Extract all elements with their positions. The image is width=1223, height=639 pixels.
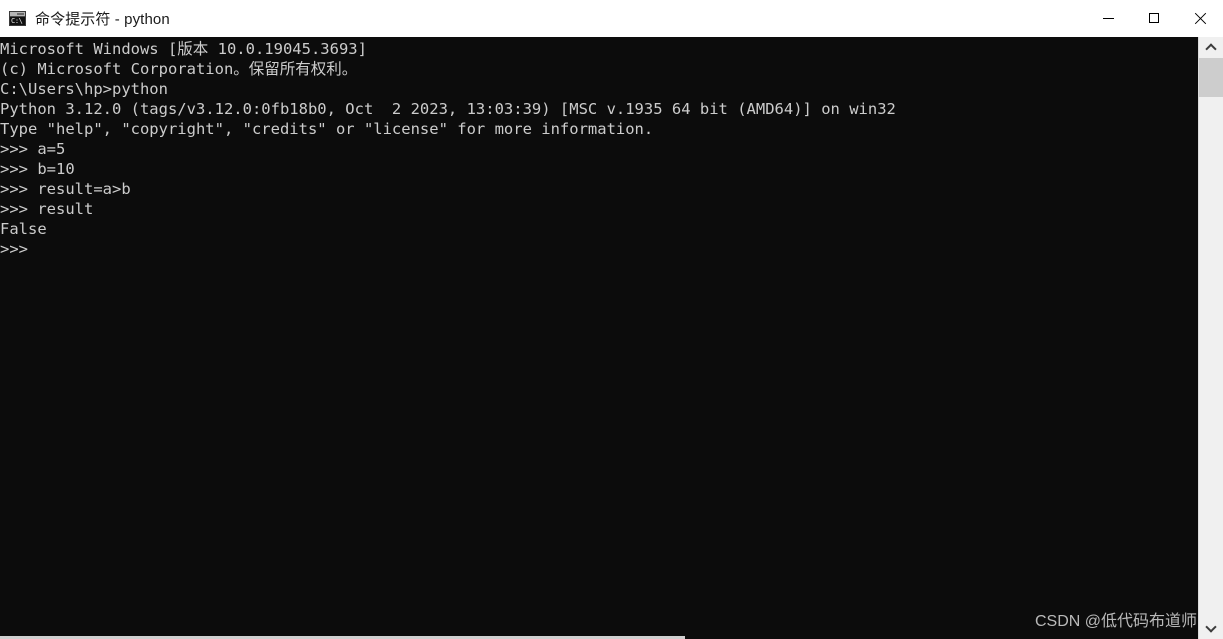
console-line: Type "help", "copyright", "credits" or "… [0,120,654,138]
command-prompt-window: C:\ 命令提示符 - python Microsoft Windows [版本… [0,0,1223,639]
title-bar-left: C:\ 命令提示符 - python [0,8,1085,29]
console-area[interactable]: Microsoft Windows [版本 10.0.19045.3693] (c… [0,37,1223,639]
chevron-down-icon [1207,625,1215,633]
scrollbar-thumb[interactable] [1199,58,1223,97]
scroll-up-button[interactable] [1199,37,1223,58]
window-controls [1085,0,1223,36]
console-line: Python 3.12.0 (tags/v3.12.0:0fb18b0, Oct… [0,100,896,118]
console-line: >>> [0,240,38,258]
cmd-icon-prompt-text: C:\ [10,16,25,25]
console-line: >>> result=a>b [0,180,131,198]
console-line: C:\Users\hp>python [0,80,168,98]
vertical-scrollbar[interactable] [1198,37,1223,639]
title-bar[interactable]: C:\ 命令提示符 - python [0,0,1223,37]
horizontal-scrollbar[interactable] [0,635,1198,639]
console-line: Microsoft Windows [版本 10.0.19045.3693] [0,40,367,58]
maximize-button[interactable] [1131,0,1177,36]
console-output[interactable]: Microsoft Windows [版本 10.0.19045.3693] (c… [0,37,1198,639]
console-line: >>> a=5 [0,140,66,158]
console-line: (c) Microsoft Corporation。保留所有权利。 [0,60,358,78]
cmd-icon: C:\ [9,10,26,26]
console-line: >>> result [0,200,94,218]
close-icon [1194,12,1207,25]
window-title: 命令提示符 - python [35,10,170,28]
scrollbar-track[interactable] [1199,58,1223,618]
minimize-icon [1102,17,1114,19]
maximize-icon [1149,13,1159,23]
console-line: >>> b=10 [0,160,75,178]
chevron-up-icon [1207,44,1215,52]
close-button[interactable] [1177,0,1223,36]
scroll-down-button[interactable] [1199,618,1223,639]
console-line: False [0,220,47,238]
minimize-button[interactable] [1085,0,1131,36]
